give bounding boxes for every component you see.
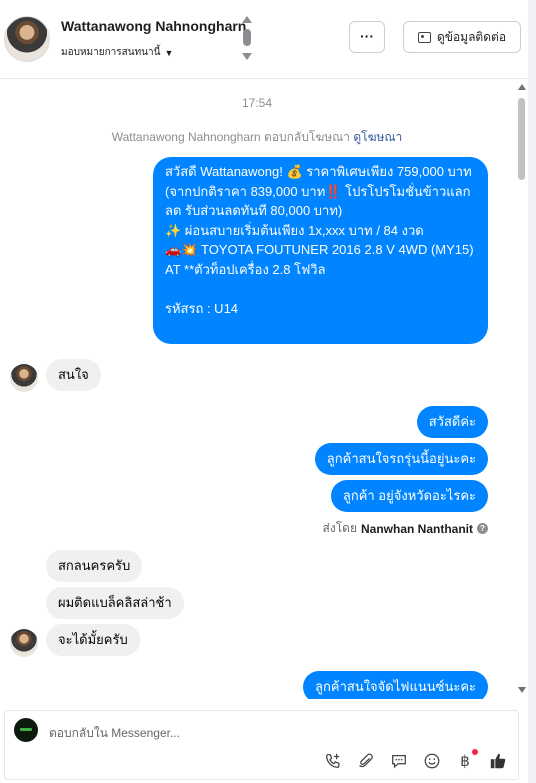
sender-name: Nanwhan Nanthanit [360,521,473,536]
view-contact-button[interactable]: ดูข้อมูลติดต่อ [403,21,521,53]
view-ad-link[interactable]: ดูโฆษณา [353,130,402,144]
chat-bubble-icon[interactable] [389,751,409,771]
assign-conversation-dropdown[interactable]: มอบหมายการสนทนานี้ ▼ [61,45,173,60]
caret-down-icon: ▼ [164,47,174,58]
more-options-button[interactable]: ··· [349,21,385,53]
arrow-down-icon[interactable] [242,53,252,60]
composer-toolbar: ฿ [323,749,508,771]
question-icon[interactable]: ? [477,523,488,534]
outgoing-message: ลูกค้าสนใจรถรุ่นนี้อยู่นะคะ [314,443,488,475]
reply-composer[interactable]: ตอบกลับใน Messenger... ฿ [4,710,519,780]
notification-dot [472,749,478,755]
scrollbar-thumb[interactable] [518,98,525,180]
phone-add-icon[interactable] [323,751,343,771]
thumbs-up-icon[interactable] [488,751,508,771]
reply-input[interactable]: ตอบกลับใน Messenger... [49,724,180,743]
contact-card-icon [417,31,431,43]
thread-scrollbar[interactable] [516,80,528,700]
handle-icon [243,29,251,46]
incoming-message: จะได้มั้ยครับ [46,624,140,656]
panel-edge [528,0,536,783]
message-thread[interactable]: 17:54 Wattanawong Nahnongharn ตอบกลับโฆษ… [0,79,514,699]
outgoing-message: ลูกค้าสนใจจัดไฟแนนซ์นะคะ [303,671,488,699]
ad-reply-note: Wattanawong Nahnongharn ตอบกลับโฆษณา ดูโ… [0,128,514,147]
contact-name[interactable]: Wattanawong Nahnongharn [61,18,246,34]
avatar [10,629,38,657]
outgoing-message: ลูกค้า อยู่จังหวัดอะไรคะ [330,480,488,512]
ad-message-bubble: สวัสดี Wattanawong! 💰 ราคาพิเศษเพียง 759… [153,157,488,344]
sent-by-note: ส่งโดย Nanwhan Nanthanit ? [323,519,488,538]
scroll-down-icon[interactable] [518,687,526,693]
switch-conversation-arrows[interactable] [242,16,252,62]
incoming-message: ผมติดแบล็คลิสล่าช้า [46,587,184,619]
conversation-header: Wattanawong Nahnongharn มอบหมายการสนทนาน… [0,0,528,79]
avatar[interactable] [4,16,50,62]
timestamp: 17:54 [241,96,273,110]
avatar [10,364,38,392]
page-avatar [14,718,38,742]
emoji-icon[interactable] [422,751,442,771]
paperclip-icon[interactable] [356,751,376,771]
ad-reply-text: Wattanawong Nahnongharn ตอบกลับโฆษณา [111,130,351,144]
incoming-message: สกลนครครับ [46,550,143,582]
baht-icon[interactable]: ฿ [455,749,478,771]
incoming-message: สนใจ [46,359,101,391]
sent-by-label: ส่งโดย [322,521,357,535]
outgoing-message: สวัสดีค่ะ [416,406,488,438]
view-contact-label: ดูข้อมูลติดต่อ [436,29,507,44]
arrow-up-icon[interactable] [242,16,252,23]
assign-label: มอบหมายการสนทนานี้ [61,47,161,58]
scroll-up-icon[interactable] [518,84,526,90]
